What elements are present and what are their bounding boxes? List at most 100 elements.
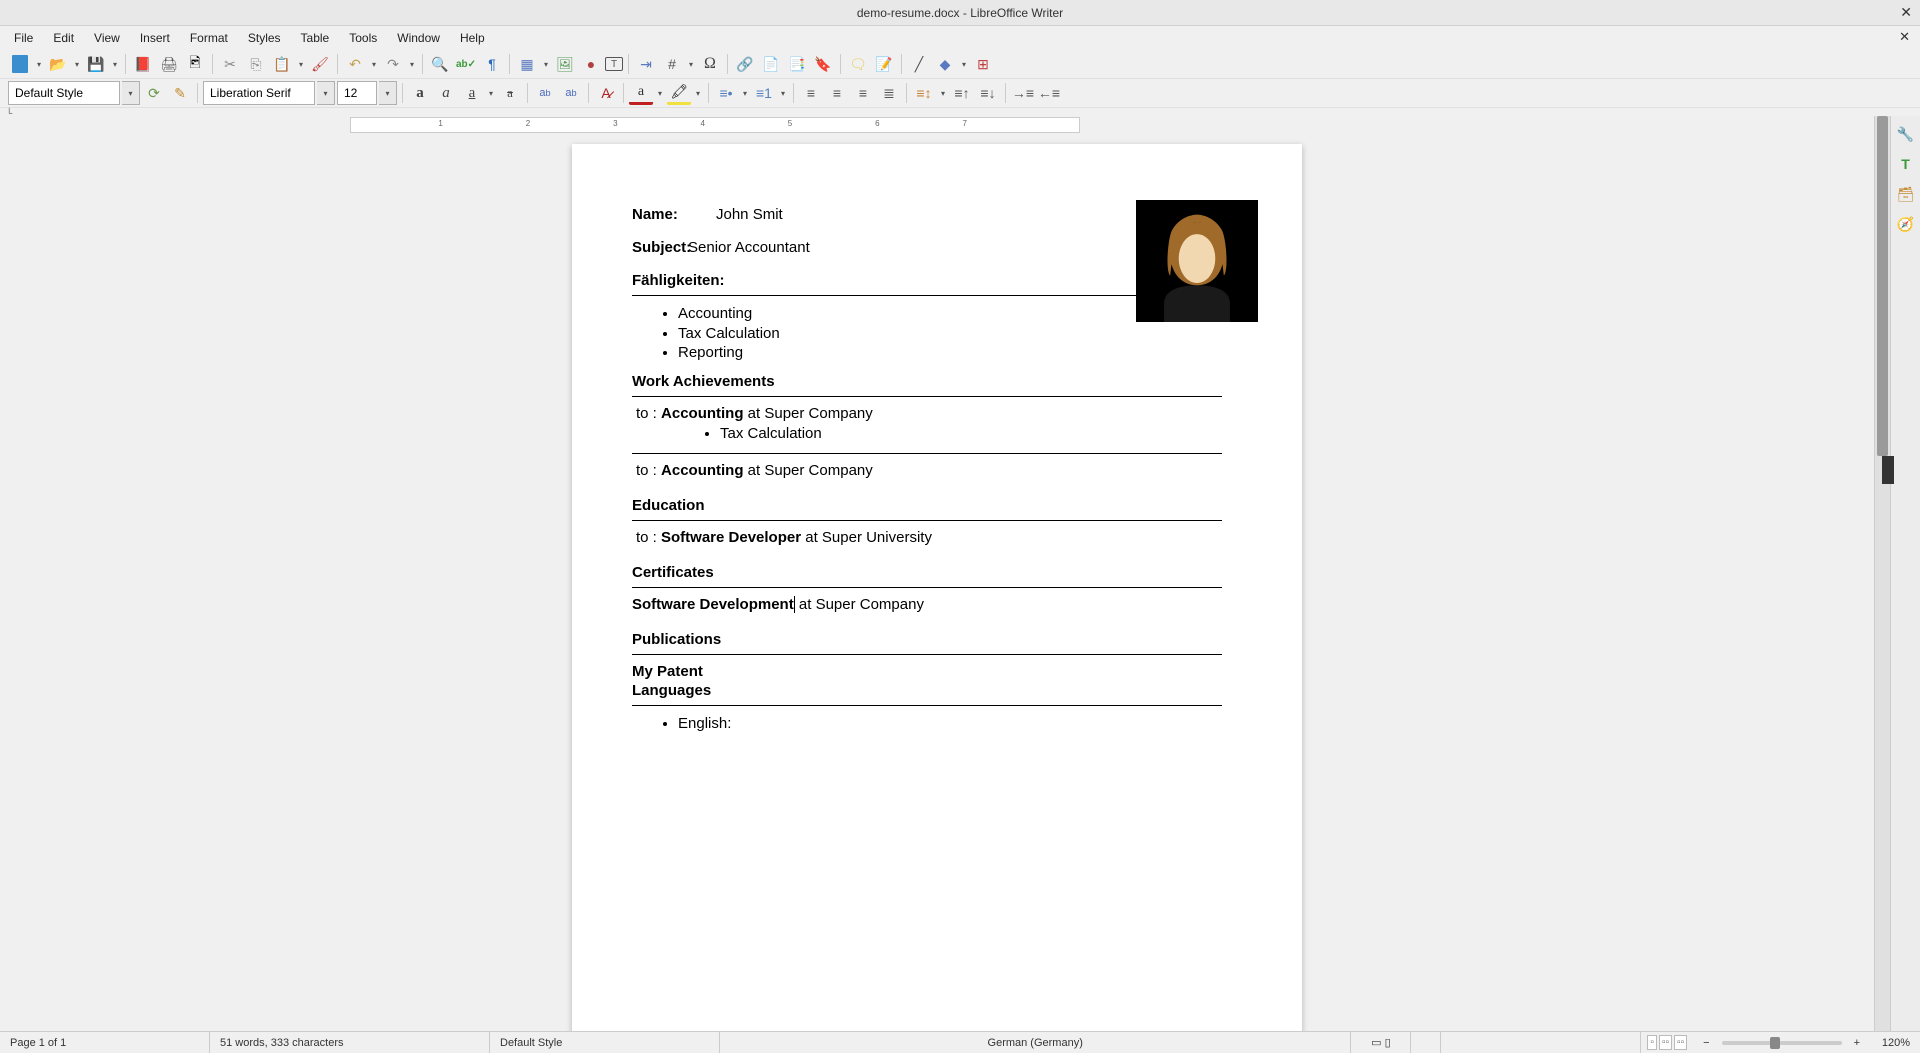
clone-formatting-button[interactable]: 🖌 [308,52,332,76]
print-preview-button[interactable]: 🖻 [183,52,207,76]
redo-dropdown[interactable]: ▾ [407,52,417,76]
align-right-button[interactable]: ≡ [851,81,875,105]
field-dropdown[interactable]: ▾ [686,52,696,76]
open-button[interactable]: 📂 [46,52,70,76]
number-list-button[interactable]: ≡1 [752,81,776,105]
document-page[interactable]: Name: John Smit Subject: Senior Accounta… [572,144,1302,1031]
save-button[interactable]: 💾 [84,52,108,76]
font-color-button[interactable]: a [629,81,653,105]
zoom-out-button[interactable]: − [1703,1037,1709,1049]
redo-button[interactable]: ↷ [381,52,405,76]
status-style[interactable]: Default Style [490,1032,720,1053]
insert-image-button[interactable]: 🖼 [553,52,577,76]
menu-file[interactable]: File [4,28,43,48]
insert-chart-button[interactable]: ● [579,52,603,76]
line-button[interactable]: ╱ [907,52,931,76]
print-button[interactable]: 🖨 [157,52,181,76]
document-scroll-area[interactable]: 1 2 3 4 5 6 7 Name: Jo [0,116,1874,1031]
comment-button[interactable]: 🗨 [846,52,870,76]
basic-shapes-button[interactable]: ◆ [933,52,957,76]
update-style-button[interactable]: ⟳ [142,81,166,105]
track-changes-button[interactable]: 📝 [872,52,896,76]
spellcheck-button[interactable]: ab✓ [454,52,478,76]
status-selection[interactable] [1441,1032,1641,1053]
close-document-button[interactable]: ✕ [1899,29,1910,45]
insert-field-button[interactable]: # [660,52,684,76]
decrease-indent-button[interactable]: ←≡ [1037,81,1061,105]
italic-button[interactable]: a [434,81,458,105]
insert-table-button[interactable]: ▦ [515,52,539,76]
formatting-marks-button[interactable]: ¶ [480,52,504,76]
font-name-combo[interactable]: Liberation Serif [203,81,315,105]
font-size-dropdown[interactable]: ▾ [379,81,397,105]
sidebar-grip[interactable] [1882,456,1894,484]
endnote-button[interactable]: 📑 [785,52,809,76]
vertical-scrollbar[interactable] [1874,116,1890,1031]
new-dropdown[interactable]: ▾ [34,52,44,76]
sidebar-navigator-icon[interactable]: 🧭 [1894,212,1918,236]
undo-button[interactable]: ↶ [343,52,367,76]
zoom-in-button[interactable]: + [1854,1037,1860,1049]
line-spacing-button[interactable]: ≡↕ [912,81,936,105]
menu-window[interactable]: Window [387,28,450,48]
shapes-dropdown[interactable]: ▾ [959,52,969,76]
zoom-slider[interactable] [1722,1041,1842,1045]
menu-view[interactable]: View [84,28,130,48]
font-color-dropdown[interactable]: ▾ [655,81,665,105]
clear-formatting-button[interactable]: A̷ [594,81,618,105]
menu-tools[interactable]: Tools [339,28,387,48]
increase-spacing-button[interactable]: ≡↑ [950,81,974,105]
insert-textbox-button[interactable]: T [605,57,623,71]
status-signature[interactable] [1411,1032,1441,1053]
menu-table[interactable]: Table [291,28,340,48]
zoom-value[interactable]: 120% [1870,1032,1920,1053]
paste-button[interactable]: 📋 [270,52,294,76]
hyperlink-button[interactable]: 🔗 [733,52,757,76]
draw-functions-button[interactable]: ⊞ [971,52,995,76]
highlight-dropdown[interactable]: ▾ [693,81,703,105]
underline-button[interactable]: a [460,81,484,105]
horizontal-ruler[interactable]: 1 2 3 4 5 6 7 [0,116,1874,134]
menu-help[interactable]: Help [450,28,495,48]
font-size-combo[interactable]: 12 [337,81,377,105]
sidebar-settings-icon[interactable]: 🔧 [1894,122,1918,146]
open-dropdown[interactable]: ▾ [72,52,82,76]
bookmark-button[interactable]: 🔖 [811,52,835,76]
paste-dropdown[interactable]: ▾ [296,52,306,76]
copy-button[interactable]: ⎘ [244,52,268,76]
footnote-button[interactable]: 📄 [759,52,783,76]
find-replace-button[interactable]: 🔍 [428,52,452,76]
increase-indent-button[interactable]: →≡ [1011,81,1035,105]
cut-button[interactable]: ✂ [218,52,242,76]
line-spacing-dropdown[interactable]: ▾ [938,81,948,105]
number-dropdown[interactable]: ▾ [778,81,788,105]
window-close-button[interactable]: ✕ [1900,4,1912,21]
status-page[interactable]: Page 1 of 1 [0,1032,210,1053]
sidebar-properties-icon[interactable]: T [1894,152,1918,176]
menu-insert[interactable]: Insert [130,28,180,48]
undo-dropdown[interactable]: ▾ [369,52,379,76]
view-layout-buttons[interactable]: ▫▫▫▫▫ [1641,1035,1693,1050]
status-wordcount[interactable]: 51 words, 333 characters [210,1032,490,1053]
align-center-button[interactable]: ≡ [825,81,849,105]
status-insert-mode[interactable]: ▭ ▯ [1351,1032,1411,1053]
new-style-button[interactable]: ✎ [168,81,192,105]
paragraph-style-dropdown[interactable]: ▾ [122,81,140,105]
page-break-button[interactable]: ⇥ [634,52,658,76]
special-char-button[interactable]: Ω [698,52,722,76]
sidebar-gallery-icon[interactable]: 🗃 [1894,182,1918,206]
align-left-button[interactable]: ≡ [799,81,823,105]
strikethrough-button[interactable]: a [498,81,522,105]
bullet-list-button[interactable]: ≡• [714,81,738,105]
avatar-image[interactable] [1136,200,1258,322]
decrease-spacing-button[interactable]: ≡↓ [976,81,1000,105]
highlight-button[interactable]: 🖍 [667,81,691,105]
table-dropdown[interactable]: ▾ [541,52,551,76]
menu-format[interactable]: Format [180,28,238,48]
paragraph-style-combo[interactable]: Default Style [8,81,120,105]
bullet-dropdown[interactable]: ▾ [740,81,750,105]
menu-styles[interactable]: Styles [238,28,291,48]
subscript-button[interactable]: ab [559,81,583,105]
scrollbar-thumb[interactable] [1877,116,1888,456]
bold-button[interactable]: a [408,81,432,105]
